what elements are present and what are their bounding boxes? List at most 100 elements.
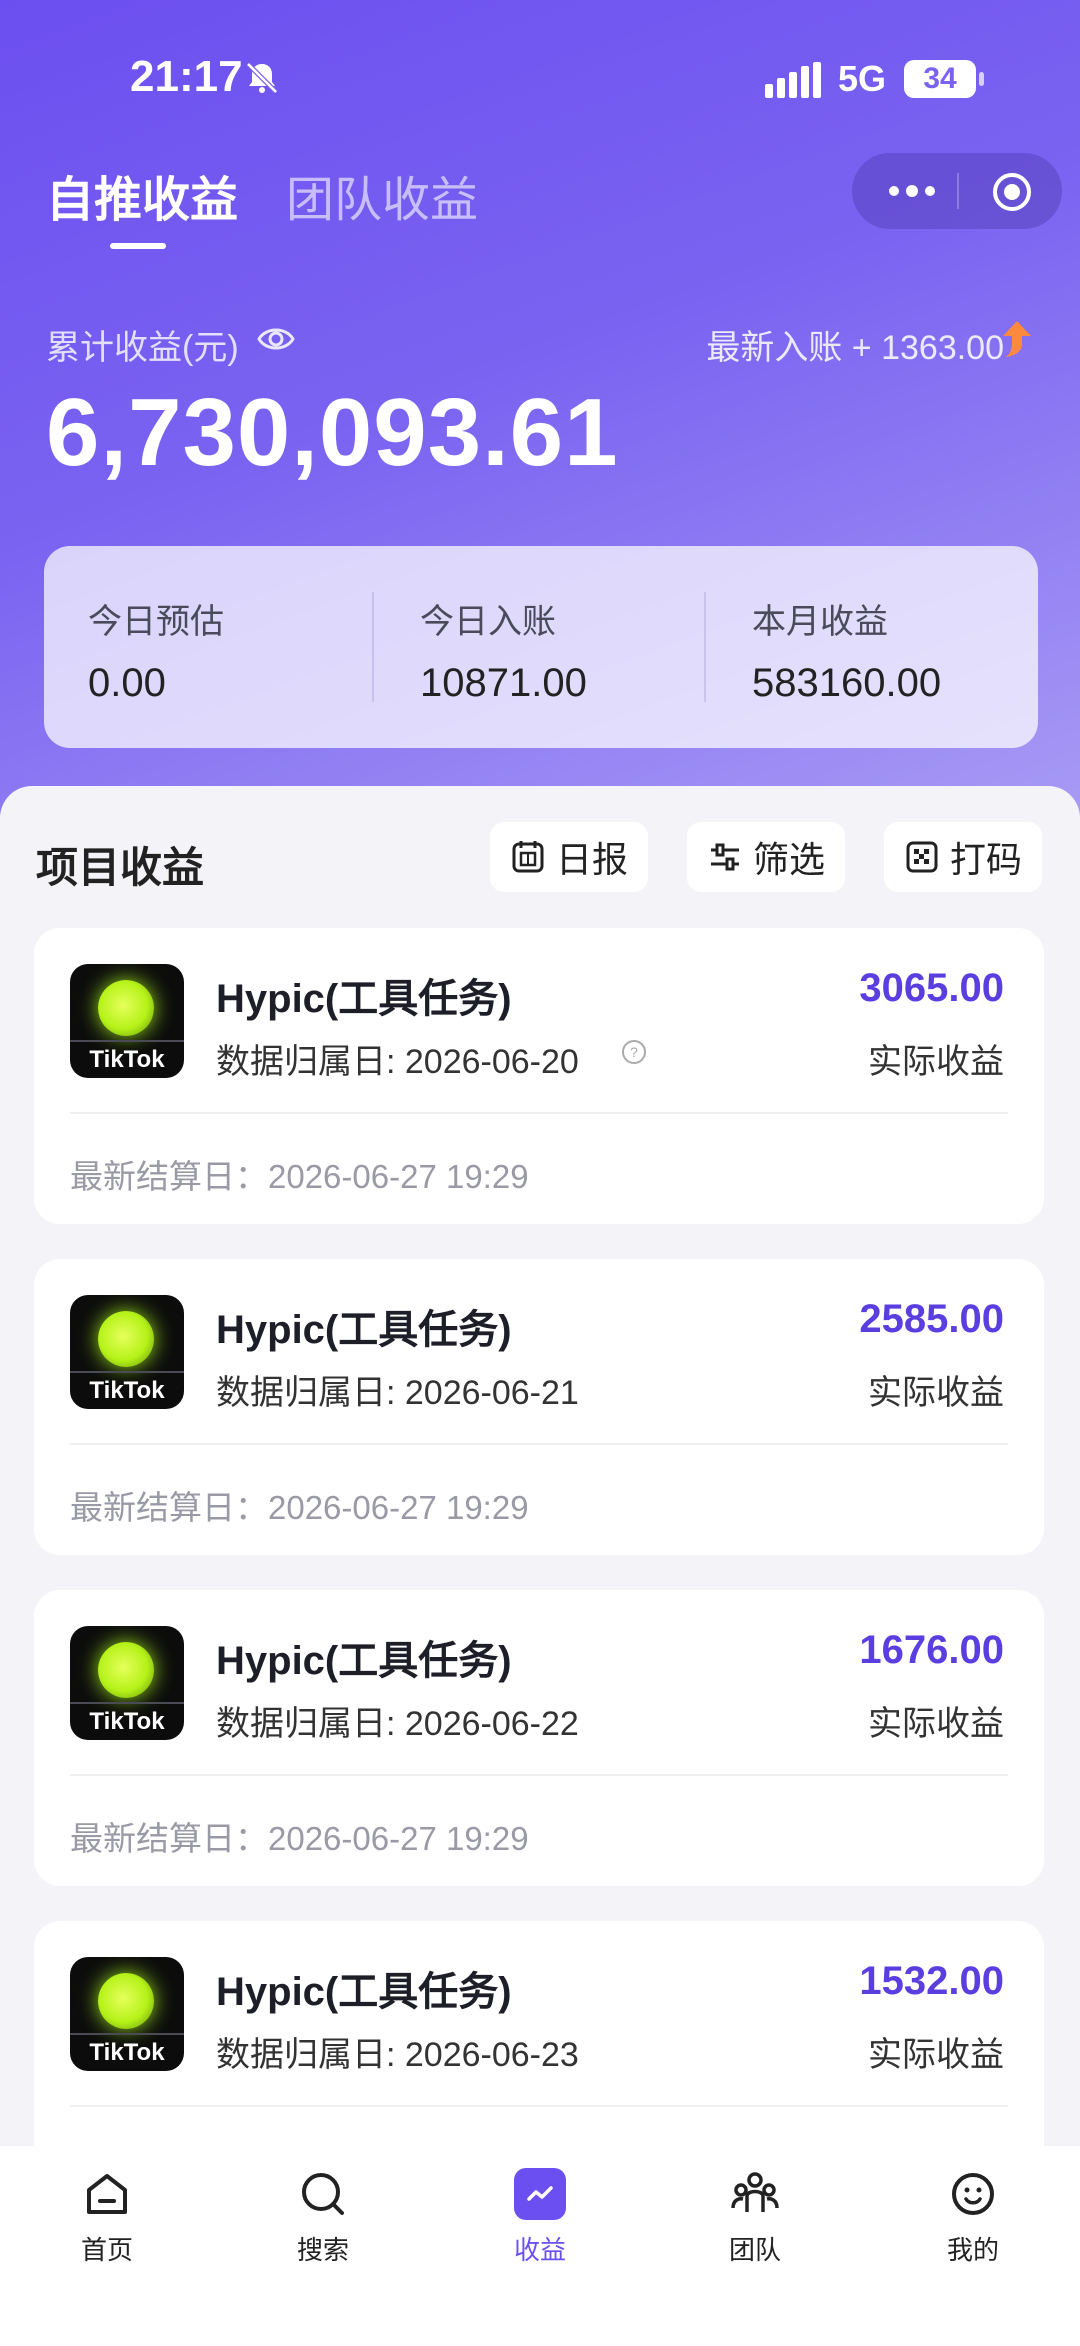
project-card[interactable]: TikTok Hypic(工具任务) 数据归属日: 2026-06-22 167…	[34, 1590, 1044, 1886]
app-icon-glow	[98, 1973, 154, 2029]
app-icon-glow	[98, 980, 154, 1036]
summary-today-income: 今日入账 10871.00	[420, 594, 587, 706]
app-icon-bar	[70, 1702, 184, 1704]
app-icon-bar	[70, 1040, 184, 1042]
mask-button[interactable]: 打码	[884, 822, 1043, 892]
bottom-nav: 首页 搜索 收益 团队 我的	[0, 2146, 1080, 2346]
daily-report-button[interactable]: 日报	[490, 822, 649, 892]
report-icon	[512, 841, 544, 873]
mosaic-icon	[906, 841, 938, 873]
settlement-date: 最新结算日：2026-06-27 19:29	[70, 1820, 529, 1857]
nav-label: 搜索	[296, 2235, 349, 2265]
summary-label: 本月收益	[752, 603, 888, 641]
network-type: 5G	[838, 58, 887, 99]
nav-profile[interactable]: 我的	[908, 2168, 1038, 2267]
tiktok-app-icon: TikTok	[70, 1295, 184, 1409]
nav-team[interactable]: 团队	[690, 2168, 820, 2267]
app-icon-bar	[70, 1371, 184, 1373]
nav-home[interactable]: 首页	[42, 2168, 172, 2267]
help-icon[interactable]: ?	[620, 1038, 648, 1066]
app-icon-glow	[98, 1642, 154, 1698]
bell-muted-icon	[246, 62, 278, 94]
mask-label: 打码	[950, 839, 1023, 880]
app-brand: TikTok	[89, 2039, 165, 2066]
nav-label: 我的	[946, 2235, 999, 2265]
battery-icon: 34	[904, 60, 984, 98]
settlement-date: 最新结算日：2026-06-27 19:29	[70, 1489, 529, 1526]
tab-team-earnings[interactable]: 团队收益	[286, 160, 478, 230]
summary-label: 今日入账	[420, 603, 556, 641]
arrow-up-icon	[1003, 321, 1031, 357]
tiktok-app-icon: TikTok	[70, 964, 184, 1078]
team-icon	[731, 2172, 779, 2212]
earnings-amount: 2585.00	[859, 1297, 1004, 1341]
nav-label: 收益	[513, 2235, 566, 2265]
data-date: 数据归属日: 2026-06-22	[216, 1705, 579, 1743]
data-date: 数据归属日: 2026-06-20	[216, 1043, 579, 1081]
mini-program-capsule	[852, 153, 1062, 229]
project-card[interactable]: TikTok Hypic(工具任务) 数据归属日: 2026-06-21 258…	[34, 1259, 1044, 1555]
search-icon	[302, 2173, 344, 2215]
nav-label: 首页	[80, 2235, 133, 2265]
app-brand: TikTok	[89, 1708, 165, 1735]
svg-text:?: ?	[630, 1044, 638, 1060]
nav-search[interactable]: 搜索	[258, 2168, 388, 2267]
project-name: Hypic(工具任务)	[216, 1970, 512, 2014]
earnings-icon	[514, 2168, 566, 2220]
summary-month-earnings: 本月收益 583160.00	[752, 594, 941, 706]
data-date: 数据归属日: 2026-06-23	[216, 2036, 579, 2074]
summary-value: 0.00	[88, 661, 166, 705]
earnings-amount-label: 实际收益	[868, 2036, 1004, 2074]
latest-income: 最新入账 + 1363.00	[706, 329, 1004, 367]
summary-today-estimate: 今日预估 0.00	[88, 594, 224, 706]
earnings-amount: 1676.00	[859, 1628, 1004, 1672]
summary-label: 今日预估	[88, 603, 224, 641]
app-icon-glow	[98, 1311, 154, 1367]
earnings-amount: 3065.00	[859, 966, 1004, 1010]
settlement-date: 最新结算日：2026-06-27 19:29	[70, 1158, 529, 1195]
total-earnings-amount: 6,730,093.61	[46, 379, 619, 486]
filter-button[interactable]: 筛选	[687, 822, 846, 892]
app-icon-bar	[70, 2033, 184, 2035]
summary-value: 583160.00	[752, 661, 942, 705]
trend-icon	[527, 2186, 553, 2201]
filter-label: 筛选	[753, 839, 826, 880]
total-earnings-label: 累计收益(元)	[46, 329, 239, 367]
earnings-summary: 今日预估 0.00 今日入账 10871.00 本月收益 583160.00	[44, 546, 1038, 748]
signal-icon	[765, 62, 821, 98]
profile-icon	[952, 2173, 994, 2215]
nav-label: 团队	[728, 2235, 781, 2265]
tab-self-earnings[interactable]: 自推收益	[46, 160, 238, 230]
close-target-icon[interactable]	[990, 170, 1034, 214]
daily-report-label: 日报	[556, 839, 629, 880]
tiktok-app-icon: TikTok	[70, 1626, 184, 1740]
data-date: 数据归属日: 2026-06-21	[216, 1374, 579, 1412]
summary-value: 10871.00	[420, 661, 587, 705]
status-time: 21:17	[130, 52, 243, 101]
more-icon[interactable]	[882, 173, 942, 209]
earnings-amount-label: 实际收益	[868, 1374, 1004, 1412]
capsule-divider	[957, 173, 959, 209]
eye-icon[interactable]	[256, 322, 296, 356]
app-brand: TikTok	[89, 1046, 165, 1073]
earnings-amount: 1532.00	[859, 1959, 1004, 2003]
card-divider	[70, 2105, 1008, 2107]
project-name: Hypic(工具任务)	[216, 1308, 512, 1352]
summary-divider	[372, 592, 374, 702]
project-name: Hypic(工具任务)	[216, 977, 512, 1021]
card-divider	[70, 1774, 1008, 1776]
card-divider	[70, 1443, 1008, 1445]
project-name: Hypic(工具任务)	[216, 1639, 512, 1683]
earnings-amount-label: 实际收益	[868, 1705, 1004, 1743]
summary-divider	[704, 592, 706, 702]
app-brand: TikTok	[89, 1377, 165, 1404]
nav-earnings[interactable]: 收益	[475, 2168, 605, 2267]
filter-icon	[711, 843, 739, 871]
earnings-amount-label: 实际收益	[868, 1043, 1004, 1081]
tab-indicator	[110, 243, 166, 249]
card-divider	[70, 1112, 1008, 1114]
home-icon	[87, 2174, 127, 2214]
project-card[interactable]: TikTok Hypic(工具任务) 数据归属日: 2026-06-20 ? 3…	[34, 928, 1044, 1224]
section-title: 项目收益	[36, 844, 205, 891]
tiktok-app-icon: TikTok	[70, 1957, 184, 2071]
